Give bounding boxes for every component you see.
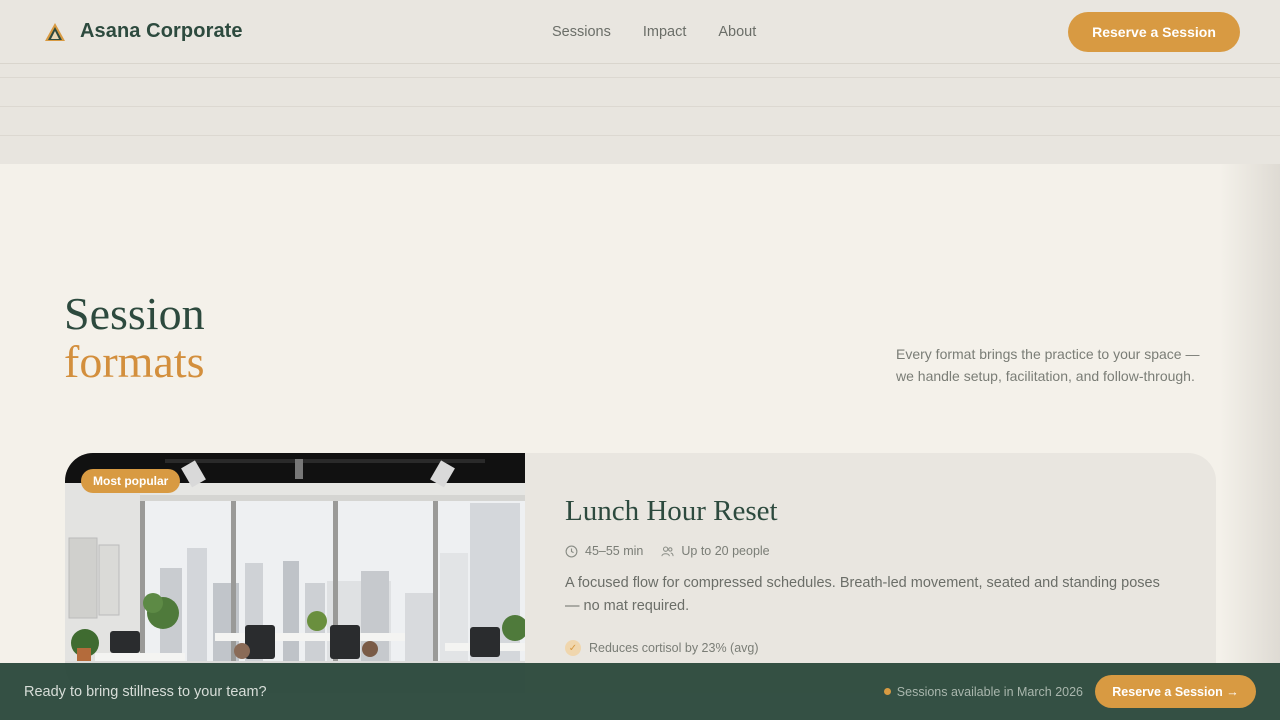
availability-note: Sessions available in March 2026 <box>883 684 1083 699</box>
benefit-item: ✓ Reduces cortisol by 23% (avg) <box>565 640 1216 656</box>
people-icon <box>661 546 674 556</box>
nav-link-sessions[interactable]: Sessions <box>552 24 611 40</box>
session-description: A focused flow for compressed schedules.… <box>565 575 1160 614</box>
reserve-session-button[interactable]: Reserve a Session <box>1068 12 1240 52</box>
section-title-line2: formats <box>64 336 205 387</box>
availability-text: Sessions available in March 2026 <box>896 684 1083 699</box>
reserve-session-bottom-button[interactable]: Reserve a Session → <box>1095 675 1256 708</box>
mountain-triangle-icon <box>45 22 65 41</box>
brand[interactable]: Asana Corporate <box>44 20 243 43</box>
session-card[interactable]: Most popular Lunch Hour Reset 45–55 min … <box>65 453 1216 693</box>
section-title-line1: Session <box>64 288 205 339</box>
benefit-text: Reduces cortisol by 23% (avg) <box>589 641 759 655</box>
main-nav: Sessions Impact About <box>552 0 756 64</box>
check-icon: ✓ <box>565 640 581 656</box>
section-description: Every format brings the practice to your… <box>896 346 1200 384</box>
office-photo: Most popular <box>65 453 525 693</box>
most-popular-badge: Most popular <box>81 469 181 493</box>
session-title: Lunch Hour Reset <box>565 495 778 527</box>
session-meta: 45–55 min Up to 20 people <box>565 544 1216 558</box>
cta-bar-text: Ready to bring stillness to your team? <box>24 683 267 700</box>
session-card-body: Lunch Hour Reset 45–55 min Up to 20 peop… <box>525 453 1216 693</box>
duration-meta: 45–55 min <box>565 544 643 558</box>
cta-bar-actions: Sessions available in March 2026 Reserve… <box>883 663 1256 720</box>
brand-name: Asana Corporate <box>80 20 243 42</box>
nav-link-impact[interactable]: Impact <box>643 24 687 40</box>
status-dot-icon <box>883 688 891 695</box>
capacity-meta: Up to 20 people <box>661 544 770 558</box>
duration-text: 45–55 min <box>585 544 644 558</box>
sticky-cta-bar: Ready to bring stillness to your team? S… <box>0 663 1280 720</box>
nav-link-about[interactable]: About <box>718 24 756 40</box>
section-title: Session formats <box>64 290 205 386</box>
decorative-band <box>0 64 1280 164</box>
clock-icon <box>565 545 578 557</box>
site-header: Asana Corporate Sessions Impact About Re… <box>0 0 1280 64</box>
capacity-text: Up to 20 people <box>681 544 770 558</box>
decorative-shade <box>1220 164 1280 664</box>
